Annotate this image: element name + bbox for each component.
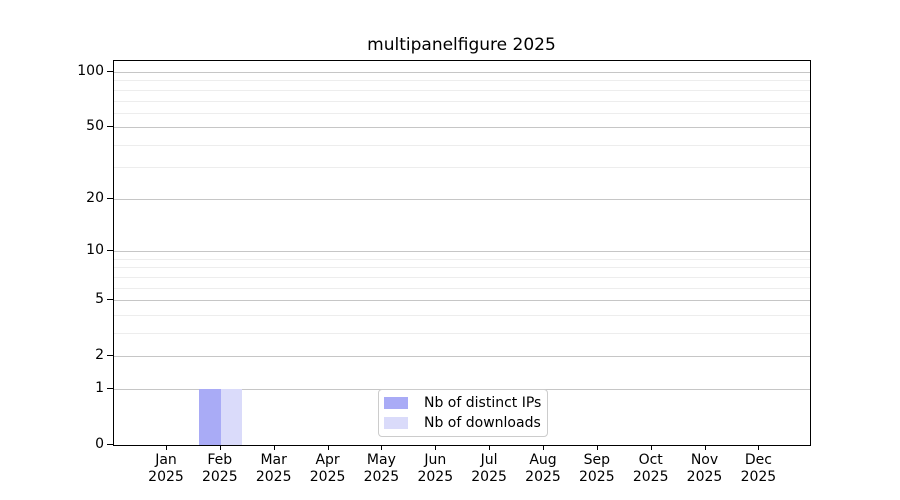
x-tick-mark <box>381 445 382 450</box>
minor-gridline <box>114 101 810 102</box>
major-gridline <box>114 72 810 73</box>
y-tick-label: 20 <box>20 189 104 207</box>
y-tick-label: 50 <box>20 117 104 135</box>
legend-swatch-downloads <box>384 417 408 429</box>
legend-item: Nb of downloads <box>384 413 547 433</box>
x-tick-label-year: 2025 <box>726 469 790 486</box>
minor-gridline <box>114 90 810 91</box>
bar-distinct-ips <box>199 389 221 445</box>
legend: Nb of distinct IPsNb of downloads <box>378 389 548 437</box>
major-gridline <box>114 356 810 357</box>
x-tick-mark <box>328 445 329 450</box>
y-tick-mark <box>107 299 113 300</box>
y-tick-label: 0 <box>20 435 104 453</box>
minor-gridline <box>114 259 810 260</box>
y-tick-mark <box>107 126 113 127</box>
minor-gridline <box>114 315 810 316</box>
x-tick-mark <box>597 445 598 450</box>
y-tick-mark <box>107 250 113 251</box>
x-tick-mark <box>705 445 706 450</box>
y-tick-label: 100 <box>20 62 104 80</box>
major-gridline <box>114 251 810 252</box>
y-tick-label: 10 <box>20 241 104 259</box>
major-gridline <box>114 127 810 128</box>
x-tick-mark <box>543 445 544 450</box>
bar-downloads <box>221 389 243 445</box>
minor-gridline <box>114 113 810 114</box>
y-tick-mark <box>107 444 113 445</box>
minor-gridline <box>114 80 810 81</box>
figure: multipanelfigure 2025 Nb of distinct IPs… <box>0 0 900 500</box>
x-tick-label: Dec2025 <box>726 452 790 486</box>
x-tick-mark <box>435 445 436 450</box>
x-tick-mark <box>166 445 167 450</box>
y-tick-label: 5 <box>20 290 104 308</box>
x-tick-mark <box>274 445 275 450</box>
x-tick-mark <box>651 445 652 450</box>
x-tick-label-month: Dec <box>726 452 790 469</box>
minor-gridline <box>114 288 810 289</box>
y-tick-mark <box>107 198 113 199</box>
legend-swatch-distinct-ips <box>384 397 408 409</box>
minor-gridline <box>114 145 810 146</box>
y-tick-mark <box>107 388 113 389</box>
x-tick-mark <box>489 445 490 450</box>
x-tick-mark <box>220 445 221 450</box>
legend-label: Nb of distinct IPs <box>424 393 541 413</box>
minor-gridline <box>114 333 810 334</box>
y-tick-label: 1 <box>20 379 104 397</box>
legend-label: Nb of downloads <box>424 413 541 433</box>
chart-title: multipanelfigure 2025 <box>113 34 810 56</box>
y-tick-mark <box>107 355 113 356</box>
minor-gridline <box>114 267 810 268</box>
y-tick-mark <box>107 71 113 72</box>
plot-area: Nb of distinct IPsNb of downloads <box>113 60 811 446</box>
minor-gridline <box>114 277 810 278</box>
x-tick-mark <box>758 445 759 450</box>
legend-item: Nb of distinct IPs <box>384 393 547 413</box>
y-tick-label: 2 <box>20 346 104 364</box>
minor-gridline <box>114 167 810 168</box>
major-gridline <box>114 300 810 301</box>
major-gridline <box>114 199 810 200</box>
